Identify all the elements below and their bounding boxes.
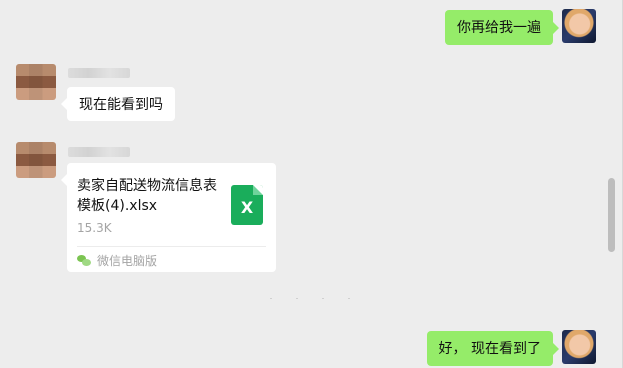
- avatar[interactable]: [562, 330, 596, 364]
- sender-name-blurred: [68, 68, 130, 78]
- message-bubble-sent[interactable]: 你再给我一遍: [445, 10, 559, 45]
- chat-area: 你再给我一遍 现在能看到吗 卖家自配送物流信息表模板(4).xlsx 15.3K…: [0, 0, 623, 368]
- avatar[interactable]: [16, 64, 56, 100]
- wechat-icon: [77, 254, 91, 267]
- file-source: 微信电脑版: [77, 252, 157, 269]
- avatar[interactable]: [562, 9, 596, 43]
- separator-dots: [270, 298, 350, 300]
- file-name: 卖家自配送物流信息表模板(4).xlsx: [77, 178, 217, 214]
- divider: [77, 246, 266, 247]
- message-bubble-received[interactable]: 现在能看到吗: [61, 87, 175, 121]
- sender-name-blurred: [68, 147, 130, 157]
- avatar[interactable]: [16, 142, 56, 178]
- file-message-card[interactable]: 卖家自配送物流信息表模板(4).xlsx 15.3K X 微信电脑版: [61, 163, 276, 272]
- message-bubble-sent[interactable]: 好， 现在看到了: [426, 331, 560, 366]
- scrollbar[interactable]: [608, 178, 615, 252]
- file-source-label: 微信电脑版: [97, 254, 158, 268]
- file-size: 15.3K: [77, 221, 112, 235]
- excel-file-icon: X: [231, 185, 263, 225]
